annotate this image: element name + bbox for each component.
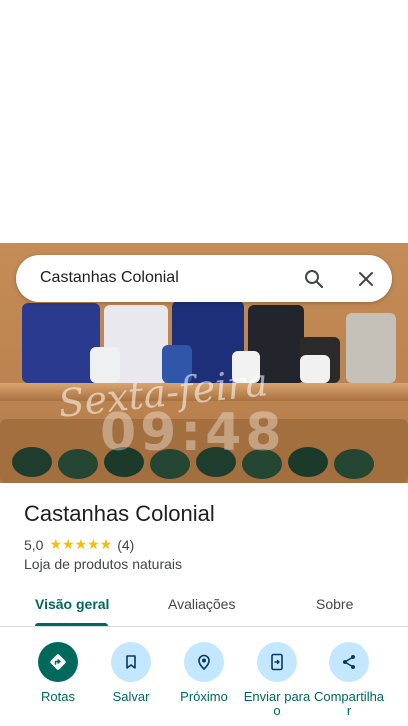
product-bottle xyxy=(300,355,330,383)
search-icon[interactable] xyxy=(302,267,326,291)
nearby-button[interactable]: Próximo xyxy=(168,642,240,704)
share-label: Compartilha r xyxy=(313,689,385,718)
directions-icon xyxy=(38,642,78,682)
jar xyxy=(58,449,98,479)
directions-label: Rotas xyxy=(41,689,75,704)
divider xyxy=(0,626,408,627)
close-icon[interactable] xyxy=(354,267,378,291)
rating-row[interactable]: 5,0 ★★★★★ (4) xyxy=(24,536,134,553)
review-count[interactable]: (4) xyxy=(117,537,134,553)
photo-watermark-time: 09:48 xyxy=(100,403,286,463)
product-tub xyxy=(22,303,100,383)
directions-button[interactable]: Rotas xyxy=(22,642,94,704)
jar xyxy=(288,447,328,477)
place-title: Castanhas Colonial xyxy=(24,501,215,526)
rating-value: 5,0 xyxy=(24,536,44,553)
send-to-phone-icon xyxy=(257,642,297,682)
send-to-phone-button[interactable]: Enviar para o xyxy=(241,642,313,718)
share-button[interactable]: Compartilha r xyxy=(313,642,385,718)
nearby-icon xyxy=(184,642,224,682)
nearby-label: Próximo xyxy=(180,689,228,704)
tab-overview[interactable]: Visão geral xyxy=(35,596,109,612)
search-box[interactable]: Castanhas Colonial xyxy=(16,255,392,302)
search-input[interactable]: Castanhas Colonial xyxy=(40,269,179,287)
place-category: Loja de produtos naturais xyxy=(24,556,182,572)
bookmark-icon xyxy=(111,642,151,682)
tab-about[interactable]: Sobre xyxy=(316,596,353,612)
tab-reviews[interactable]: Avaliações xyxy=(168,596,235,612)
star-rating-icon: ★★★★★ xyxy=(49,536,113,552)
product-tub xyxy=(346,313,396,383)
jar xyxy=(334,449,374,479)
jar xyxy=(12,447,52,477)
save-label: Salvar xyxy=(112,689,150,704)
share-icon xyxy=(329,642,369,682)
save-button[interactable]: Salvar xyxy=(95,642,167,704)
send-to-phone-label: Enviar para o xyxy=(243,689,311,718)
